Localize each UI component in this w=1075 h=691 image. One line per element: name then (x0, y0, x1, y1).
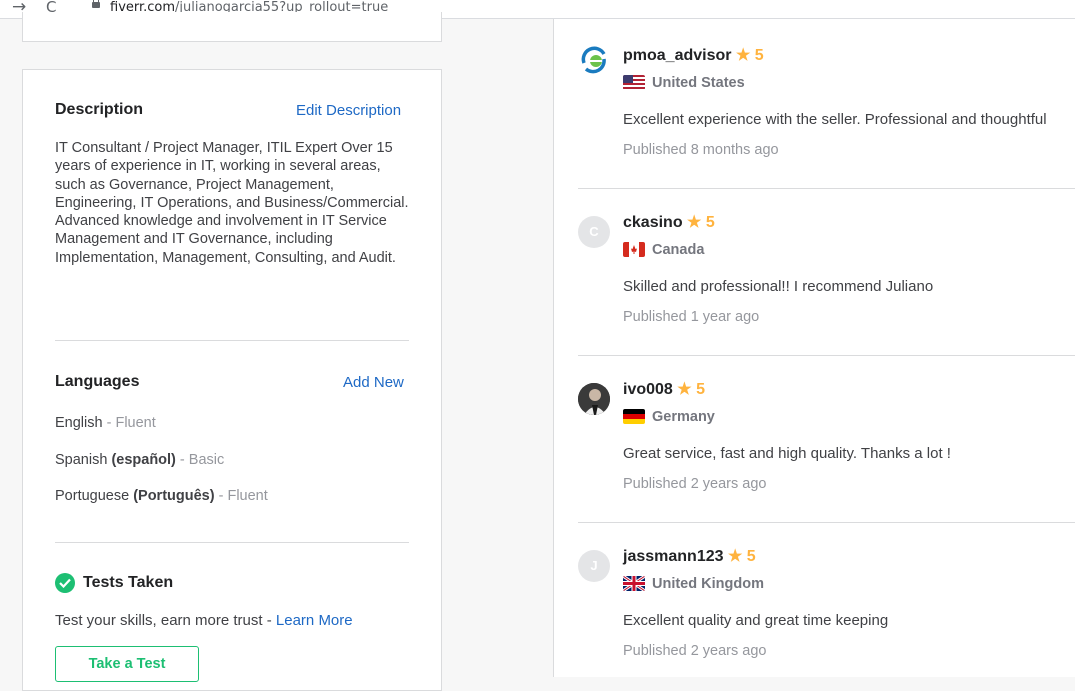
language-item: English - Fluent (55, 415, 156, 431)
review-rating: 5 (705, 214, 715, 231)
tests-taken-title: Tests Taken (83, 574, 174, 591)
review-country: United States (652, 75, 745, 91)
edit-description-link[interactable]: Edit Description (296, 102, 401, 119)
de-flag-icon (623, 409, 645, 424)
user-photo (578, 383, 610, 415)
review-username[interactable]: ckasino ★ 5 (623, 212, 715, 232)
review-published: Published 2 years ago (623, 476, 767, 492)
review-text: Excellent experience with the seller. Pr… (623, 111, 1047, 128)
review-divider (578, 522, 1075, 523)
profile-details-card: Description Edit Description IT Consulta… (22, 69, 442, 691)
pmoa-logo-icon (579, 46, 609, 76)
language-level: Basic (188, 452, 225, 468)
review-country: United Kingdom (652, 576, 764, 592)
review-username[interactable]: jassmann123 ★ 5 (623, 546, 756, 566)
language-level: Fluent (115, 415, 156, 431)
review-username[interactable]: pmoa_advisor ★ 5 (623, 45, 764, 65)
star-icon: ★ (735, 47, 751, 64)
reviews-panel: pmoa_advisor ★ 5 United States Excellent… (553, 19, 1075, 677)
language-native-name: (Português) (133, 488, 215, 504)
star-icon: ★ (727, 548, 743, 565)
user-avatar[interactable] (578, 383, 610, 415)
review-rating: 5 (754, 47, 764, 64)
review-text: Excellent quality and great time keeping (623, 612, 889, 629)
section-divider (55, 340, 409, 341)
section-divider (55, 542, 409, 543)
language-native-name: (español) (111, 452, 176, 468)
user-avatar[interactable]: C (578, 216, 610, 248)
user-avatar[interactable]: J (578, 550, 610, 582)
review-published: Published 2 years ago (623, 643, 767, 659)
language-name: Portuguese (55, 488, 130, 504)
language-item: Portuguese (Português) - Fluent (55, 488, 268, 504)
review-rating: 5 (696, 381, 705, 398)
review-username[interactable]: ivo008 ★ 5 (623, 379, 705, 399)
review-rating: 5 (746, 548, 756, 565)
description-text: IT Consultant / Project Manager, ITIL Ex… (55, 140, 409, 266)
add-language-link[interactable]: Add New (343, 374, 404, 391)
learn-more-link[interactable]: Learn More (276, 612, 353, 629)
lock-icon (92, 0, 100, 8)
check-badge-icon (55, 573, 75, 593)
us-flag-icon (623, 75, 645, 90)
language-name: English (55, 415, 103, 431)
review-published: Published 8 months ago (623, 142, 779, 158)
review-country: Canada (652, 242, 705, 258)
tests-description: Test your skills, earn more trust - Lear… (55, 612, 353, 629)
language-separator: - (179, 452, 185, 468)
username-text: pmoa_advisor (623, 47, 732, 64)
star-icon: ★ (687, 214, 702, 231)
gb-flag-icon (623, 576, 645, 591)
language-separator: - (106, 415, 112, 431)
review-country: Germany (652, 409, 715, 425)
language-item: Spanish (español) - Basic (55, 452, 224, 468)
languages-title: Languages (55, 373, 140, 390)
review-divider (578, 355, 1075, 356)
review-text: Great service, fast and high quality. Th… (623, 445, 951, 462)
username-text: ivo008 (623, 381, 673, 398)
language-level: Fluent (227, 488, 268, 504)
review-divider (578, 188, 1075, 189)
username-text: jassmann123 (623, 548, 724, 565)
review-text: Skilled and professional!! I recommend J… (623, 278, 934, 295)
ca-flag-icon (623, 242, 645, 257)
profile-card-bottom (22, 12, 442, 42)
user-avatar[interactable] (578, 45, 610, 77)
star-icon: ★ (677, 381, 692, 398)
tests-text: Test your skills, earn more trust - (55, 612, 276, 629)
description-title: Description (55, 101, 144, 118)
username-text: ckasino (623, 214, 683, 231)
language-name: Spanish (55, 452, 108, 468)
language-separator: - (218, 488, 224, 504)
review-published: Published 1 year ago (623, 309, 760, 325)
